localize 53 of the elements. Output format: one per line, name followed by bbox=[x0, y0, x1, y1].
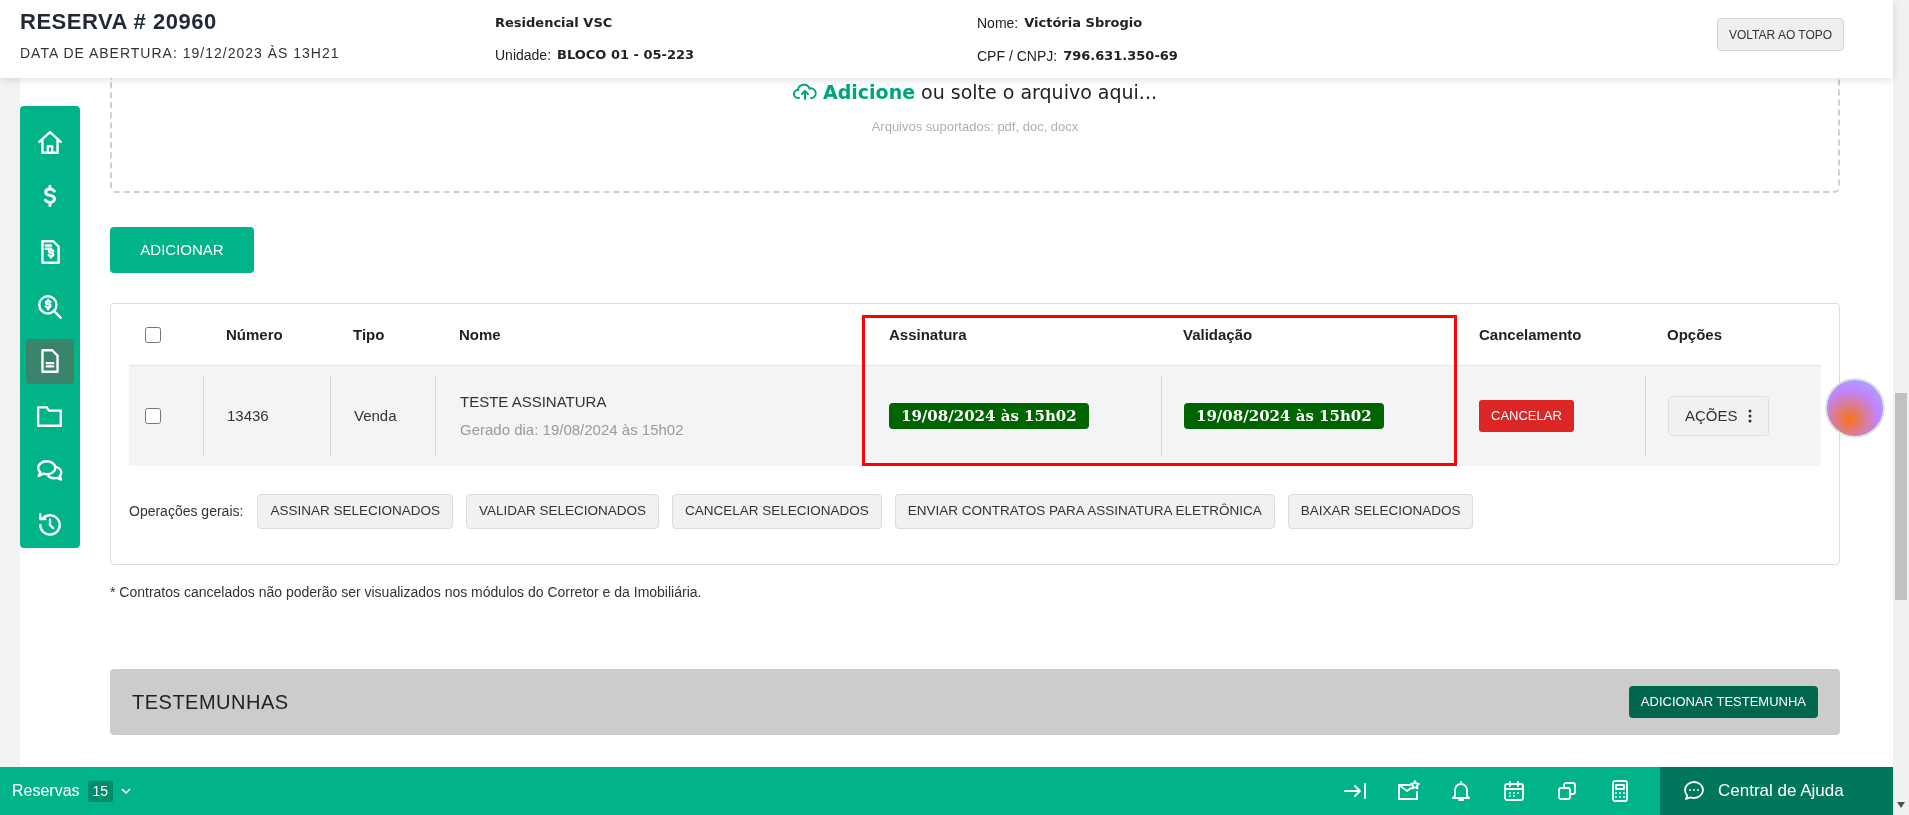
bulk-action-button[interactable]: BAIXAR SELECIONADOS bbox=[1287, 494, 1474, 529]
supported-files-hint: Arquivos suportados: pdf, doc, docx bbox=[871, 117, 1079, 136]
scroll-down-icon[interactable] bbox=[1897, 802, 1905, 808]
column-header: Tipo bbox=[353, 325, 385, 343]
select-all-checkbox[interactable] bbox=[145, 326, 161, 343]
signature-date-badge: 19/08/2024 às 15h02 bbox=[889, 402, 1089, 430]
count-badge: 15 bbox=[87, 780, 114, 802]
column-header: Validação bbox=[1183, 325, 1253, 343]
reservations-menu[interactable]: Reservas 15 bbox=[12, 779, 132, 803]
search-dollar-icon bbox=[36, 292, 64, 321]
unit-label: Unidade: bbox=[495, 45, 552, 65]
upload-icon bbox=[793, 83, 817, 102]
sidebar-item[interactable] bbox=[26, 338, 74, 385]
scrollbar-thumb[interactable] bbox=[1895, 393, 1907, 600]
column-header: Cancelamento bbox=[1479, 325, 1582, 343]
client-name: Victória Sbrogio bbox=[1024, 14, 1143, 32]
bulk-action-button[interactable]: ENVIAR CONTRATOS PARA ASSINATURA ELETRÔNICA bbox=[894, 494, 1275, 529]
chevron-down-icon bbox=[121, 788, 132, 794]
column-header: Assinatura bbox=[889, 325, 967, 343]
help-center-button[interactable]: Central de Ajuda bbox=[1660, 767, 1893, 815]
mail-star-icon bbox=[1395, 779, 1420, 803]
bulk-action-button[interactable]: VALIDAR SELECIONADOS bbox=[465, 494, 660, 529]
section-title: TESTEMUNHAS bbox=[132, 690, 289, 715]
bulk-action-button[interactable]: CANCELAR SELECIONADOS bbox=[672, 494, 882, 529]
project-name: Residencial VSC bbox=[495, 14, 614, 32]
name-label: Nome: bbox=[977, 14, 1019, 33]
table-cell-text: Venda bbox=[354, 405, 398, 426]
table-cell-text: 13436 bbox=[227, 405, 270, 426]
generated-date: Gerado dia: 19/08/2024 às 15h02 bbox=[460, 420, 685, 440]
file-dropzone[interactable]: Adicione ou solte o arquivo aqui... Arquivos suportados: pdf, doc, docx bbox=[110, 78, 1840, 193]
unit-value: BLOCO 01 - 05-223 bbox=[557, 45, 695, 64]
contract-name: TESTE ASSINATURA bbox=[460, 391, 608, 412]
actions-button[interactable]: AÇÕES bbox=[1668, 396, 1769, 436]
house-icon bbox=[36, 128, 64, 157]
opening-date: DATA DE ABERTURA: 19/12/2023 ÀS 13H21 bbox=[20, 44, 341, 63]
footnote-text: * Contratos cancelados não poderão ser visualizados nos módulos do Corretor e da Imobiliária. bbox=[110, 583, 703, 602]
column-header: Nome bbox=[459, 325, 501, 343]
cpf-label: CPF / CNPJ: bbox=[977, 47, 1058, 66]
calendar-icon bbox=[1501, 779, 1526, 803]
column-header: Número bbox=[226, 325, 283, 343]
cancel-button[interactable]: CANCELAR bbox=[1479, 400, 1574, 432]
cpf-value: 796.631.350-69 bbox=[1063, 47, 1178, 65]
chat-bubble-icon bbox=[1682, 779, 1706, 803]
reservation-title: RESERVA # 20960 bbox=[20, 9, 218, 35]
back-to-top-button[interactable]: VOLTAR AO TOPO bbox=[1717, 18, 1845, 51]
more-vertical-icon bbox=[1747, 409, 1752, 423]
column-header: Opções bbox=[1667, 325, 1723, 343]
operations-label: Operações gerais: bbox=[129, 502, 244, 521]
validation-date-badge: 19/08/2024 às 15h02 bbox=[1184, 402, 1384, 430]
bulk-action-button[interactable]: ASSINAR SELECIONADOS bbox=[257, 494, 453, 529]
add-witness-button[interactable]: ADICIONAR TESTEMUNHA bbox=[1628, 686, 1818, 718]
row-checkbox[interactable] bbox=[145, 408, 161, 424]
upload-text: ou solte o arquivo aqui... bbox=[921, 80, 1157, 105]
